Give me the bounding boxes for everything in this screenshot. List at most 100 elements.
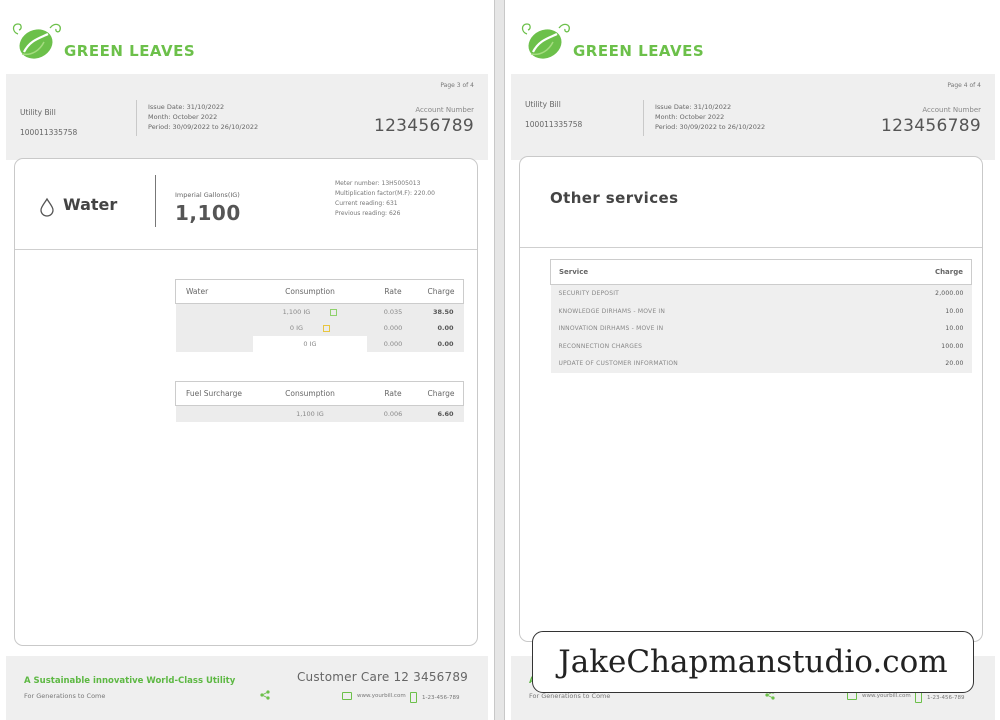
footer-phone[interactable]: 1-23-456-789 xyxy=(915,692,964,703)
brand-logo: GREEN LEAVES xyxy=(10,20,195,64)
bill-footer: A Sustainable innovative World-Class Uti… xyxy=(6,656,488,720)
footer-subline: For Generations to Come xyxy=(529,692,611,700)
water-card: Water Imperial Gallons(IG) 1,100 Meter n… xyxy=(14,158,478,646)
footer-website[interactable]: www.yourbill.com xyxy=(847,692,911,700)
water-divider xyxy=(155,175,156,227)
table-row: KNOWLEDGE DIRHAMS - MOVE IN 10.00 xyxy=(550,302,972,320)
charge-cell: 10.00 xyxy=(863,320,972,338)
table-row: 0 IG 0.000 0.00 xyxy=(175,336,464,352)
footer-tagline: A Sustainable innovative World-Class Uti… xyxy=(24,676,236,686)
customer-care: Customer Care 12 3456789 xyxy=(296,670,468,684)
consumption-cell: 0 IG xyxy=(253,320,367,336)
phone-icon xyxy=(410,692,417,703)
bill-month: Month: October 2022 xyxy=(148,113,218,121)
consumption-cell: 1,100 IG xyxy=(253,405,367,422)
monitor-icon xyxy=(847,692,857,700)
share-icon[interactable] xyxy=(260,690,270,700)
document-type: Utility Bill xyxy=(20,108,56,117)
ig-label: Imperial Gallons(IG) xyxy=(175,191,240,199)
table-row: 1,100 IG 0.035 38.50 xyxy=(175,303,464,320)
rate-cell: 0.035 xyxy=(367,303,419,320)
multiplication-factor: Multiplication factor(M.F): 220.00 xyxy=(335,190,435,197)
table-row: UPDATE OF CUSTOMER INFORMATION 20.00 xyxy=(550,355,972,373)
fuel-surcharge-table: Fuel Surcharge Consumption Rate Charge 1… xyxy=(175,381,464,422)
charge-cell: 0.00 xyxy=(419,320,464,336)
bill-header: Page 4 of 4 Utility Bill 100011335758 Is… xyxy=(511,74,995,160)
account-number: 123456789 xyxy=(880,116,981,136)
service-cell: KNOWLEDGE DIRHAMS - MOVE IN xyxy=(550,302,864,320)
footer-phone[interactable]: 1-23-456-789 xyxy=(410,692,459,703)
bill-period: Period: 30/09/2022 to 26/10/2022 xyxy=(148,123,259,131)
meter-number: Meter number: 13H5005013 xyxy=(335,180,421,187)
ig-value: 1,100 xyxy=(175,201,241,225)
brand-logo: GREEN LEAVES xyxy=(519,20,704,64)
water-card-header: Water Imperial Gallons(IG) 1,100 Meter n… xyxy=(15,159,477,250)
meter-info: Meter number: 13H5005013 Multiplication … xyxy=(335,179,435,219)
page-number: Page 3 of 4 xyxy=(440,82,474,89)
table-header-row: Fuel Surcharge Consumption Rate Charge xyxy=(175,381,464,406)
issue-date: Issue Date: 31/10/2022 xyxy=(148,103,225,111)
bill-page-3: GREEN LEAVES Page 3 of 4 Utility Bill 10… xyxy=(0,0,495,720)
rate-cell: 0.000 xyxy=(367,336,419,352)
bill-dates: Issue Date: 31/10/2022 Month: October 20… xyxy=(655,102,765,132)
table-row: 0 IG 0.000 0.00 xyxy=(175,320,464,336)
issue-date: Issue Date: 31/10/2022 xyxy=(655,103,732,111)
col-charge: Charge xyxy=(419,279,464,304)
water-charges-table: Water Consumption Rate Charge 1,100 IG 0… xyxy=(175,279,464,352)
bill-header: Page 3 of 4 Utility Bill 100011335758 Is… xyxy=(6,74,488,160)
service-cell: SECURITY DEPOSIT xyxy=(550,284,864,303)
other-services-title: Other services xyxy=(550,189,679,207)
tier-marker-icon xyxy=(323,324,331,332)
account-number-label: Account Number xyxy=(415,106,474,114)
account-number: 123456789 xyxy=(373,116,474,136)
leaf-logo-icon xyxy=(12,23,61,59)
bill-dates: Issue Date: 31/10/2022 Month: October 20… xyxy=(148,102,258,132)
tier-marker-icon xyxy=(330,308,338,316)
bill-month: Month: October 2022 xyxy=(655,113,725,121)
header-divider xyxy=(136,100,137,136)
table-header-row: Service Charge xyxy=(550,259,973,285)
footer-website[interactable]: www.yourbill.com xyxy=(342,692,406,700)
monitor-icon xyxy=(342,692,352,700)
table-row: RECONNECTION CHARGES 100.00 xyxy=(550,337,972,355)
other-services-table: Service Charge SECURITY DEPOSIT 2,000.00 … xyxy=(550,259,973,373)
charge-cell: 100.00 xyxy=(863,337,972,355)
charge-cell: 38.50 xyxy=(419,303,464,320)
col-charge: Charge xyxy=(863,259,973,285)
account-number-label: Account Number xyxy=(922,106,981,114)
brand-name: GREEN LEAVES xyxy=(573,42,705,60)
charge-cell: 0.00 xyxy=(419,336,464,352)
table-row: 1,100 IG 0.006 6.60 xyxy=(175,405,464,422)
col-rate: Rate xyxy=(367,381,419,406)
account-number-small: 100011335758 xyxy=(525,120,583,129)
col-water: Water xyxy=(175,279,253,304)
col-service: Service xyxy=(550,259,864,285)
page-number: Page 4 of 4 xyxy=(947,82,981,89)
bill-page-4: GREEN LEAVES Page 4 of 4 Utility Bill 10… xyxy=(504,0,1000,720)
service-cell: RECONNECTION CHARGES xyxy=(550,337,864,355)
rate-cell: 0.000 xyxy=(367,320,419,336)
charge-cell: 6.60 xyxy=(419,405,464,422)
col-consumption: Consumption xyxy=(253,279,367,304)
footer-subline: For Generations to Come xyxy=(24,692,106,700)
water-drop-icon xyxy=(40,197,54,217)
col-charge: Charge xyxy=(419,381,464,406)
watermark-label: JakeChapmanstudio.com xyxy=(532,631,974,693)
rate-cell: 0.006 xyxy=(367,405,419,422)
charge-cell: 2,000.00 xyxy=(863,284,972,303)
table-row: INNOVATION DIRHAMS - MOVE IN 10.00 xyxy=(550,320,972,338)
other-services-header: Other services xyxy=(520,157,982,248)
col-rate: Rate xyxy=(367,279,419,304)
previous-reading: Previous reading: 626 xyxy=(335,210,401,217)
table-header-row: Water Consumption Rate Charge xyxy=(175,279,464,304)
account-number-small: 100011335758 xyxy=(20,128,78,137)
charge-cell: 20.00 xyxy=(863,355,972,373)
leaf-logo-icon xyxy=(521,23,570,59)
table-row: SECURITY DEPOSIT 2,000.00 xyxy=(550,284,972,303)
other-services-card: Other services Service Charge SECURITY D… xyxy=(519,156,983,642)
water-title: Water xyxy=(63,195,118,214)
brand-name: GREEN LEAVES xyxy=(64,42,196,60)
consumption-cell: 1,100 IG xyxy=(253,303,367,320)
current-reading: Current reading: 631 xyxy=(335,200,398,207)
header-divider xyxy=(643,100,644,136)
